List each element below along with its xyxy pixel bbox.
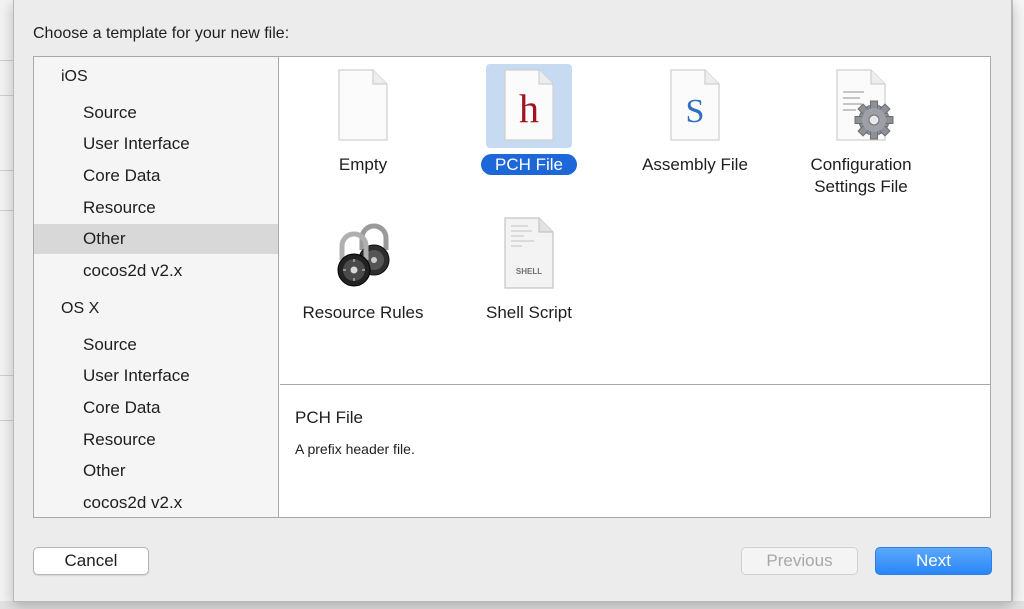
shell-script-icon: SHELL [486,212,572,296]
template-tile-shell-script[interactable]: SHELL Shell Script [446,205,612,345]
background-divider [0,60,14,61]
template-label: Empty [338,155,388,174]
category-header-osx: OS X [61,300,100,317]
category-header-ios: iOS [61,68,88,85]
category-item-osx-user-interface[interactable]: User Interface [34,361,278,391]
template-tile-resource-rules[interactable]: Resource Rules [280,205,446,345]
background-divider [0,170,14,171]
dialog-prompt: Choose a template for your new file: [33,25,290,42]
category-item-ios-source[interactable]: Source [34,98,278,128]
template-label: PCH File [480,154,577,175]
description-title: PCH File [295,408,364,427]
category-sidebar: iOS Source User Interface Core Data Reso… [34,57,279,517]
template-label: Shell Script [486,303,572,322]
template-tile-pch-file[interactable]: h PCH File [446,57,612,197]
template-label-line1: Configuration [810,155,912,174]
background-divider [0,95,14,96]
category-item-osx-core-data[interactable]: Core Data [34,393,278,423]
assembly-file-icon: S [652,64,738,148]
background-window-left [0,0,14,609]
category-item-osx-source[interactable]: Source [34,330,278,360]
background-divider [0,420,14,421]
next-button[interactable]: Next [875,547,992,575]
template-tile-empty[interactable]: Empty [280,57,446,197]
background-divider [0,210,14,211]
category-item-ios-cocos2d[interactable]: cocos2d v2.x [34,256,278,286]
category-item-ios-resource[interactable]: Resource [34,193,278,223]
template-tile-configuration-settings-file[interactable]: Configuration Settings File [778,57,944,197]
template-description-pane: PCH File A prefix header file. [280,386,990,517]
settings-file-icon [818,64,904,148]
blank-document-icon [320,64,406,148]
category-item-ios-other[interactable]: Other [34,224,278,254]
background-window-bottom [0,601,1024,609]
description-text: A prefix header file. [295,441,415,457]
assembly-glyph: S [686,93,705,130]
header-file-icon: h [486,64,572,148]
category-item-osx-cocos2d[interactable]: cocos2d v2.x [34,488,278,518]
template-grid: Empty h PCH File S Assembly File Configu… [280,57,990,385]
background-divider [0,375,14,376]
header-glyph: h [519,86,539,131]
template-label: Resource Rules [302,303,424,322]
padlocks-icon [320,212,406,296]
template-label-line2: Settings File [814,177,908,196]
previous-button[interactable]: Previous [741,547,858,575]
category-item-osx-other[interactable]: Other [34,456,278,486]
category-item-ios-user-interface[interactable]: User Interface [34,129,278,159]
category-item-osx-resource[interactable]: Resource [34,425,278,455]
cancel-button[interactable]: Cancel [33,547,149,575]
template-browser: iOS Source User Interface Core Data Reso… [33,56,991,518]
new-file-template-sheet: Choose a template for your new file: iOS… [13,0,1012,602]
background-window-right [1012,0,1024,609]
category-item-ios-core-data[interactable]: Core Data [34,161,278,191]
shell-glyph: SHELL [516,267,542,276]
template-label: Assembly File [642,155,748,174]
template-tile-assembly-file[interactable]: S Assembly File [612,57,778,197]
